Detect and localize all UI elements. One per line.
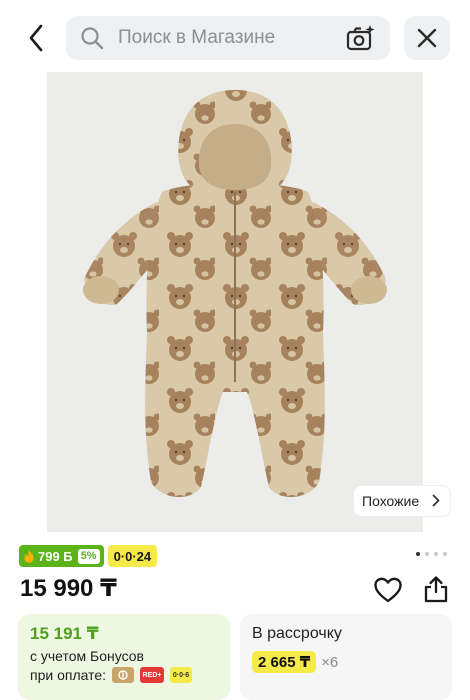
installment-card[interactable]: В рассрочку 2 665 ₸ ×6	[240, 614, 452, 700]
chevron-right-icon	[432, 494, 440, 507]
gold-card-icon	[112, 667, 135, 683]
gallery-dot	[416, 552, 420, 556]
close-icon	[417, 28, 437, 48]
share-icon[interactable]	[423, 575, 449, 603]
heart-icon[interactable]	[374, 577, 402, 603]
installment-row: 2 665 ₸ ×6	[252, 651, 452, 673]
chevron-left-icon	[29, 24, 43, 52]
flame-icon	[24, 550, 34, 563]
bonus-price-card[interactable]: 15 191 ₸ с учетом Бонусов при оплате: RE…	[18, 614, 230, 700]
bonus-price: 15 191 ₸	[30, 624, 99, 643]
bonus-amount: 799 Б	[38, 548, 73, 564]
similar-label: Похожие	[362, 493, 420, 509]
payment-methods-row: при оплате: RED+ 0·0·6	[30, 667, 230, 683]
search-icon	[81, 27, 104, 50]
gallery-dot	[443, 552, 447, 556]
product-price: 15 990 ₸	[20, 575, 117, 602]
payment-label: при оплате:	[30, 667, 107, 683]
similar-products-button[interactable]: Похожие	[354, 486, 450, 516]
product-image[interactable]	[47, 72, 423, 532]
search-bar[interactable]	[66, 16, 390, 60]
gallery-dot	[434, 552, 438, 556]
gallery-dot	[425, 552, 429, 556]
installment-amount: 2 665 ₸	[252, 651, 317, 673]
bonus-badge: 799 Б 5%	[19, 545, 104, 567]
back-button[interactable]	[20, 20, 52, 56]
bonus-percent: 5%	[77, 548, 100, 564]
close-button[interactable]	[404, 16, 450, 60]
camera-search-icon[interactable]	[346, 24, 376, 52]
installment-multiplier: ×6	[321, 653, 339, 671]
bonus-note: с учетом Бонусов	[30, 648, 144, 664]
top-bar	[0, 0, 470, 72]
installment-title: В рассрочку	[252, 625, 342, 642]
installment-card-icon: 0·0·6	[170, 667, 193, 683]
promo-badges: 799 Б 5% 0·0·24	[19, 545, 158, 567]
gallery-indicator	[416, 552, 447, 556]
red-card-icon: RED+	[140, 667, 165, 683]
installment-badge: 0·0·24	[107, 545, 158, 567]
search-input[interactable]	[118, 16, 338, 60]
snowsuit-illustration	[47, 72, 423, 532]
